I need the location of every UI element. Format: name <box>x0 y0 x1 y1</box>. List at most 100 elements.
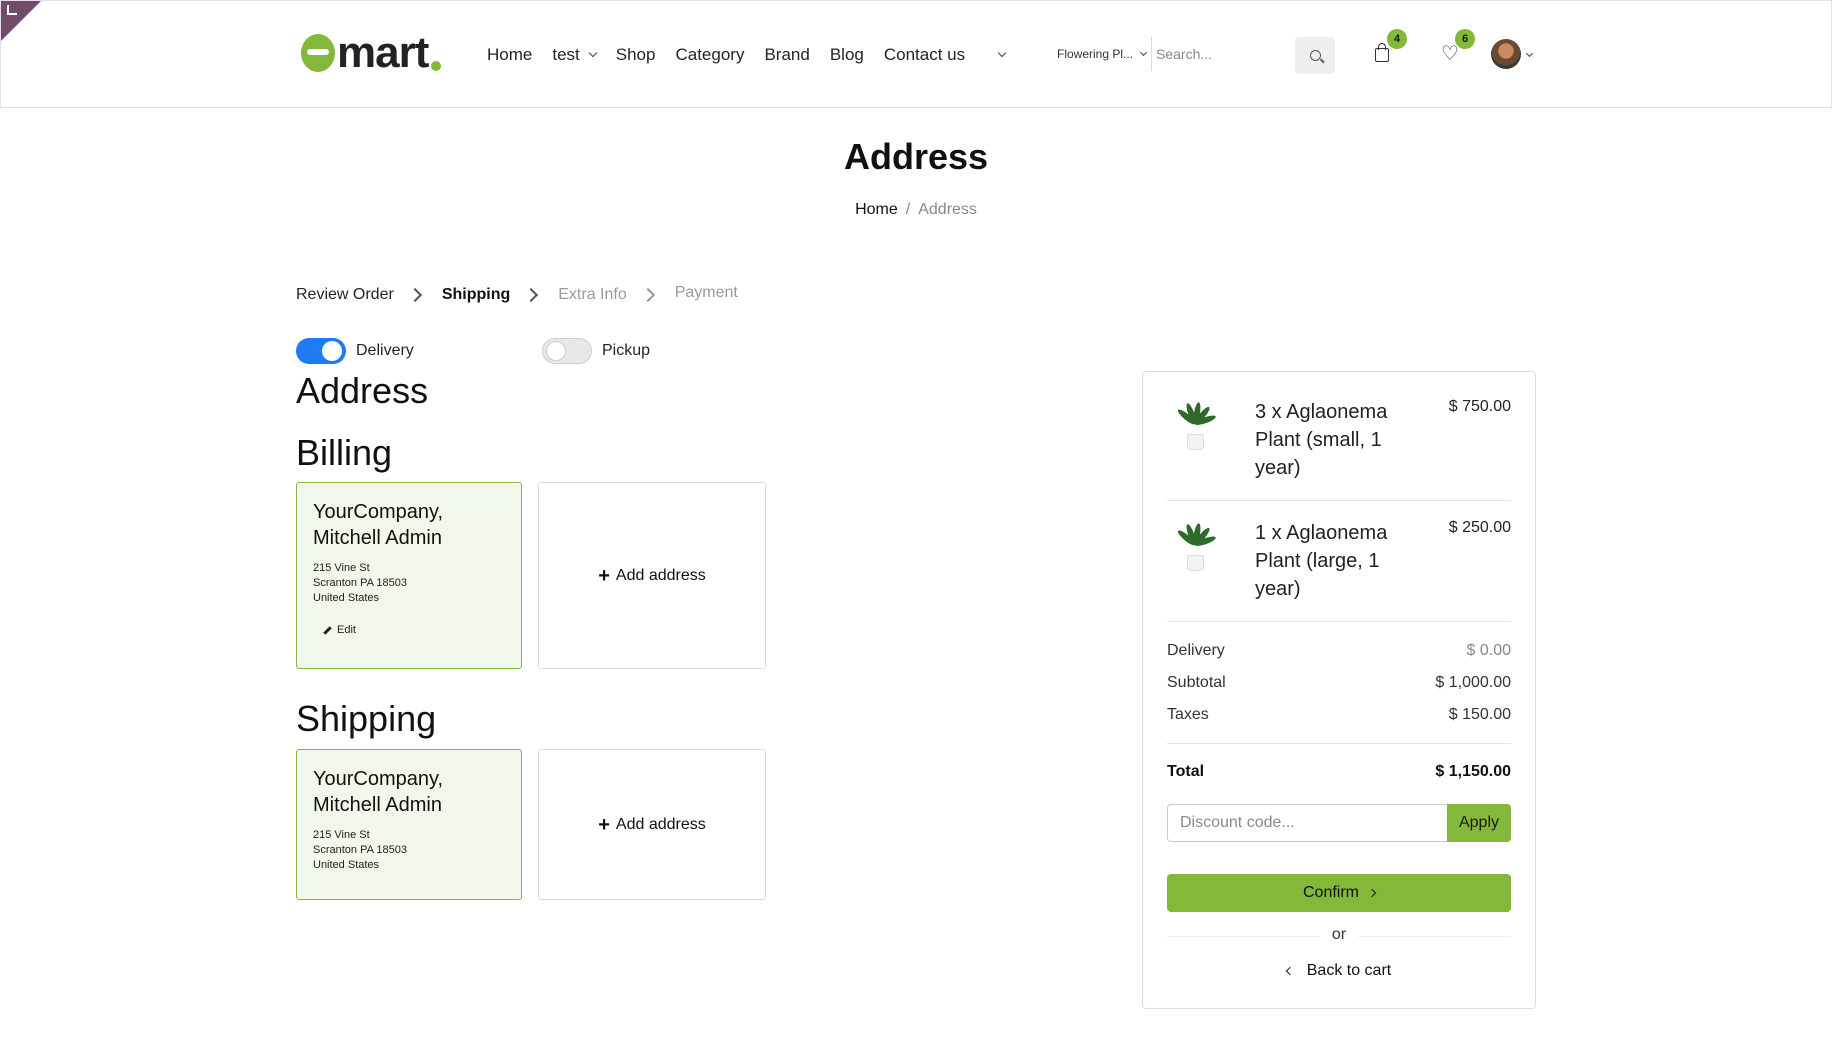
apply-discount-button[interactable]: Apply <box>1447 804 1511 842</box>
page-title: Address <box>843 136 989 177</box>
pickup-toggle-row: Pickup <box>542 338 650 364</box>
breadcrumb-current: Address <box>918 201 977 218</box>
chevron-right-icon <box>1367 888 1377 898</box>
user-avatar[interactable] <box>1491 39 1521 69</box>
nav-more-dropdown[interactable] <box>989 48 1007 58</box>
search-input[interactable] <box>1156 37 1286 71</box>
heart-icon: ♡ <box>1441 43 1459 65</box>
address-line: Scranton PA 18503 <box>313 844 407 856</box>
breadcrumb-separator: / <box>905 201 911 218</box>
or-label: or <box>1319 926 1359 943</box>
address-lines: 215 Vine St Scranton PA 18503 United Sta… <box>313 828 505 873</box>
step-extra-info: Extra Info <box>558 286 627 303</box>
billing-heading: Billing <box>296 432 393 473</box>
add-address-label: Add address <box>615 815 706 833</box>
cart-item: 1 x Aglaonema Plant (large, 1 year) $ 25… <box>1167 519 1511 609</box>
billing-address-card[interactable]: YourCompany, Mitchell Admin 215 Vine St … <box>296 482 522 669</box>
back-to-cart-label: Back to cart <box>1306 962 1392 979</box>
total-value: $ 1,150.00 <box>1435 763 1511 780</box>
pickup-toggle[interactable] <box>542 338 592 364</box>
nav-brand[interactable]: Brand <box>764 45 809 65</box>
step-shipping: Shipping <box>441 286 511 303</box>
logo-dot-icon <box>431 61 442 71</box>
main-nav: Home test Shop Category Brand Blog Conta… <box>487 41 1007 69</box>
subtotal-row: Subtotal $ 1,000.00 <box>1167 674 1511 692</box>
cart-icon <box>1375 43 1389 62</box>
cart-item: 3 x Aglaonema Plant (small, 1 year) $ 75… <box>1167 398 1511 488</box>
total-row: Total $ 1,150.00 <box>1167 763 1511 781</box>
nav-shop[interactable]: Shop <box>616 45 656 65</box>
plant-thumbnail[interactable] <box>1167 398 1223 458</box>
corner-mark-icon <box>7 5 17 15</box>
breadcrumb: Home / Address <box>0 201 1832 219</box>
shipping-heading: Shipping <box>296 698 437 739</box>
nav-contact[interactable]: Contact us <box>884 45 965 65</box>
chevron-down-icon <box>1139 48 1148 56</box>
chevron-right-icon <box>407 287 422 303</box>
address-line: United States <box>313 592 380 604</box>
nav-test[interactable]: test <box>552 45 598 65</box>
taxes-value: $ 150.00 <box>1448 706 1511 723</box>
pot-shape <box>1187 434 1204 450</box>
edit-label: Edit <box>337 624 356 636</box>
edit-address-link[interactable]: Edit <box>313 624 505 636</box>
toggle-knob <box>546 341 566 361</box>
site-logo[interactable]: mart <box>301 28 442 77</box>
item-name[interactable]: 1 x Aglaonema Plant (large, 1 year) <box>1255 519 1405 603</box>
chevron-down-icon[interactable] <box>1525 49 1534 58</box>
address-heading: Address <box>296 370 429 411</box>
plant-thumbnail[interactable] <box>1167 519 1223 579</box>
subtotal-label: Subtotal <box>1167 674 1226 691</box>
pickup-label: Pickup <box>602 342 651 359</box>
delivery-label: Delivery <box>356 342 414 359</box>
confirm-button[interactable]: Confirm <box>1167 874 1511 912</box>
toggle-knob <box>322 341 342 361</box>
discount-form: Apply <box>1167 804 1511 842</box>
item-price: $ 250.00 <box>1448 519 1511 536</box>
nav-category[interactable]: Category <box>675 45 744 65</box>
add-billing-address-button[interactable]: + Add address <box>538 482 766 669</box>
nav-blog[interactable]: Blog <box>830 45 864 65</box>
discount-code-input[interactable] <box>1167 804 1447 842</box>
cart-count-badge: 4 <box>1387 29 1407 49</box>
logo-e-icon <box>301 34 335 72</box>
confirm-label: Confirm <box>1302 884 1359 901</box>
total-label: Total <box>1167 763 1205 780</box>
chevron-down-icon <box>997 48 1007 58</box>
delivery-toggle[interactable] <box>296 338 346 364</box>
top-navbar: mart Home test Shop Category Brand Blog … <box>0 0 1832 108</box>
item-name[interactable]: 3 x Aglaonema Plant (small, 1 year) <box>1255 398 1405 482</box>
search-button[interactable] <box>1295 37 1335 74</box>
address-line: 215 Vine St <box>313 562 370 574</box>
step-review-order[interactable]: Review Order <box>296 286 394 304</box>
or-text: or <box>1143 926 1535 944</box>
search-divider <box>1151 37 1152 71</box>
logo-text: mart <box>337 28 429 77</box>
divider <box>1167 743 1511 744</box>
shipping-address-card[interactable]: YourCompany, Mitchell Admin 215 Vine St … <box>296 749 522 900</box>
chevron-down-icon <box>588 48 598 58</box>
step-payment: Payment <box>674 283 738 301</box>
search-category-label: Flowering Pl... <box>1057 47 1134 61</box>
address-name: YourCompany, Mitchell Admin <box>313 501 444 549</box>
divider <box>1167 621 1511 622</box>
chevron-left-icon <box>1285 966 1294 976</box>
back-to-cart-link[interactable]: Back to cart <box>1143 962 1535 980</box>
nav-home[interactable]: Home <box>487 45 532 65</box>
plus-icon: + <box>598 564 610 587</box>
breadcrumb-home[interactable]: Home <box>855 201 898 218</box>
checkout-steps: Review Order Shipping Extra Info Payment <box>296 283 738 304</box>
chevron-right-icon <box>524 287 539 303</box>
nav-test-label: test <box>552 45 580 64</box>
delivery-row-value: $ 0.00 <box>1466 642 1511 659</box>
search-category-select[interactable]: Flowering Pl... <box>1057 47 1148 61</box>
order-summary: 3 x Aglaonema Plant (small, 1 year) $ 75… <box>1142 371 1536 1009</box>
wishlist-count-badge: 6 <box>1455 29 1475 49</box>
pencil-icon <box>323 625 332 635</box>
delivery-row: Delivery $ 0.00 <box>1167 642 1511 660</box>
search-icon <box>1309 50 1321 61</box>
subtotal-value: $ 1,000.00 <box>1435 674 1511 691</box>
add-shipping-address-button[interactable]: + Add address <box>538 749 766 900</box>
delivery-toggle-row: Delivery <box>296 338 414 364</box>
taxes-row: Taxes $ 150.00 <box>1167 706 1511 724</box>
